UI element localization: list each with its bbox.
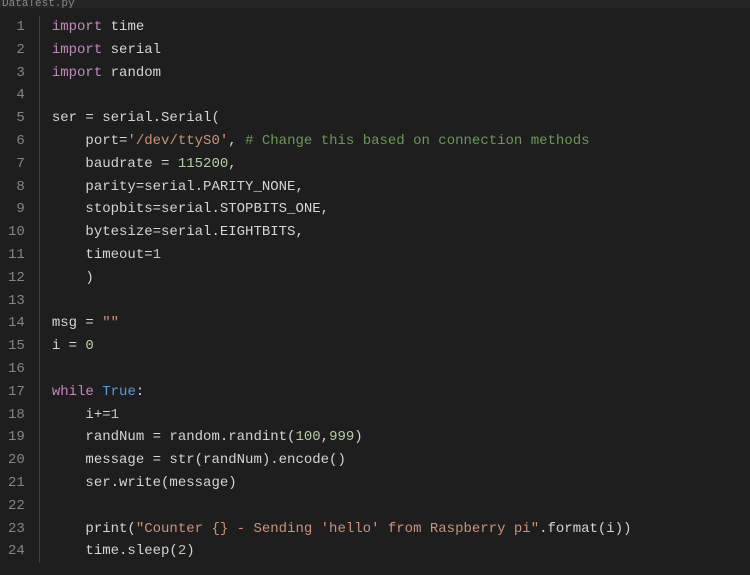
line-number: 13 bbox=[8, 290, 25, 313]
line-number: 7 bbox=[8, 153, 25, 176]
line-number: 24 bbox=[8, 540, 25, 563]
token-num: 115200 bbox=[178, 156, 228, 172]
code-line[interactable]: randNum = random.randint(100,999) bbox=[39, 426, 750, 449]
line-number: 16 bbox=[8, 358, 25, 381]
code-line[interactable] bbox=[39, 290, 750, 313]
token-num: 2 bbox=[178, 543, 186, 559]
token-plain: ) bbox=[52, 270, 94, 286]
token-plain: , bbox=[321, 429, 329, 445]
line-number: 12 bbox=[8, 267, 25, 290]
line-number: 15 bbox=[8, 335, 25, 358]
token-plain: parity=serial.PARITY_NONE, bbox=[52, 179, 304, 195]
token-num: 0 bbox=[85, 338, 93, 354]
token-bool: True bbox=[102, 384, 136, 400]
token-num: 1 bbox=[111, 407, 119, 423]
token-str: '/dev/ttyS0' bbox=[127, 133, 228, 149]
line-number: 20 bbox=[8, 449, 25, 472]
token-kw: import bbox=[52, 65, 102, 81]
token-str: "Counter {} - Sending 'hello' from Raspb… bbox=[136, 521, 539, 537]
token-plain: time.sleep( bbox=[52, 543, 178, 559]
token-num: 999 bbox=[329, 429, 354, 445]
line-number: 19 bbox=[8, 426, 25, 449]
line-number: 11 bbox=[8, 244, 25, 267]
line-number: 3 bbox=[8, 62, 25, 85]
token-plain: message = str(randNum).encode() bbox=[52, 452, 346, 468]
token-plain: .format(i)) bbox=[539, 521, 631, 537]
token-kw: import bbox=[52, 42, 102, 58]
token-kw: import bbox=[52, 19, 102, 35]
token-plain: msg = bbox=[52, 315, 102, 331]
token-plain: time bbox=[102, 19, 144, 35]
code-line[interactable]: ser.write(message) bbox=[39, 472, 750, 495]
code-line[interactable] bbox=[39, 495, 750, 518]
token-plain: timeout= bbox=[52, 247, 153, 263]
code-line[interactable]: import time bbox=[39, 16, 750, 39]
code-line[interactable]: print("Counter {} - Sending 'hello' from… bbox=[39, 518, 750, 541]
line-number: 8 bbox=[8, 176, 25, 199]
token-com: # Change this based on connection method… bbox=[245, 133, 589, 149]
code-line[interactable]: while True: bbox=[39, 381, 750, 404]
token-plain: ) bbox=[186, 543, 194, 559]
token-plain: baudrate = bbox=[52, 156, 178, 172]
line-number: 18 bbox=[8, 404, 25, 427]
line-number: 23 bbox=[8, 518, 25, 541]
code-line[interactable]: port='/dev/ttyS0', # Change this based o… bbox=[39, 130, 750, 153]
code-line[interactable]: bytesize=serial.EIGHTBITS, bbox=[39, 221, 750, 244]
code-line[interactable]: i+=1 bbox=[39, 404, 750, 427]
code-editor[interactable]: 123456789101112131415161718192021222324 … bbox=[0, 8, 750, 575]
token-plain bbox=[94, 384, 102, 400]
line-number: 14 bbox=[8, 312, 25, 335]
token-plain: ser.write(message) bbox=[52, 475, 237, 491]
token-plain: i = bbox=[52, 338, 86, 354]
line-number: 5 bbox=[8, 107, 25, 130]
token-plain: i+= bbox=[52, 407, 111, 423]
code-line[interactable]: message = str(randNum).encode() bbox=[39, 449, 750, 472]
token-plain: ) bbox=[354, 429, 362, 445]
line-number: 17 bbox=[8, 381, 25, 404]
code-line[interactable]: ) bbox=[39, 267, 750, 290]
token-plain: randNum = random.randint( bbox=[52, 429, 296, 445]
token-str: "" bbox=[102, 315, 119, 331]
line-number: 10 bbox=[8, 221, 25, 244]
code-line[interactable]: import random bbox=[39, 62, 750, 85]
token-plain: , bbox=[228, 156, 236, 172]
line-number: 2 bbox=[8, 39, 25, 62]
code-line[interactable]: timeout=1 bbox=[39, 244, 750, 267]
line-number: 21 bbox=[8, 472, 25, 495]
code-line[interactable]: stopbits=serial.STOPBITS_ONE, bbox=[39, 198, 750, 221]
line-number: 4 bbox=[8, 84, 25, 107]
line-number: 9 bbox=[8, 198, 25, 221]
line-number-gutter: 123456789101112131415161718192021222324 bbox=[0, 8, 39, 575]
token-plain: stopbits=serial.STOPBITS_ONE, bbox=[52, 201, 329, 217]
code-line[interactable]: parity=serial.PARITY_NONE, bbox=[39, 176, 750, 199]
code-line[interactable] bbox=[39, 358, 750, 381]
code-line[interactable]: baudrate = 115200, bbox=[39, 153, 750, 176]
token-plain: , bbox=[228, 133, 245, 149]
token-plain: bytesize=serial.EIGHTBITS, bbox=[52, 224, 304, 240]
token-num: 1 bbox=[153, 247, 161, 263]
code-line[interactable]: time.sleep(2) bbox=[39, 540, 750, 563]
token-plain: ser = serial.Serial( bbox=[52, 110, 220, 126]
line-number: 6 bbox=[8, 130, 25, 153]
code-content[interactable]: import timeimport serialimport random se… bbox=[39, 8, 750, 575]
tab-filename[interactable]: DataTest.py bbox=[2, 0, 75, 8]
code-line[interactable]: msg = "" bbox=[39, 312, 750, 335]
line-number: 1 bbox=[8, 16, 25, 39]
code-line[interactable]: ser = serial.Serial( bbox=[39, 107, 750, 130]
token-plain: random bbox=[102, 65, 161, 81]
token-kw: while bbox=[52, 384, 94, 400]
tab-bar: DataTest.py bbox=[0, 0, 750, 8]
line-number: 22 bbox=[8, 495, 25, 518]
code-line[interactable]: i = 0 bbox=[39, 335, 750, 358]
code-line[interactable] bbox=[39, 84, 750, 107]
token-plain: : bbox=[136, 384, 144, 400]
token-plain: port= bbox=[52, 133, 128, 149]
token-num: 100 bbox=[295, 429, 320, 445]
token-plain: serial bbox=[102, 42, 161, 58]
token-plain: print( bbox=[52, 521, 136, 537]
code-line[interactable]: import serial bbox=[39, 39, 750, 62]
